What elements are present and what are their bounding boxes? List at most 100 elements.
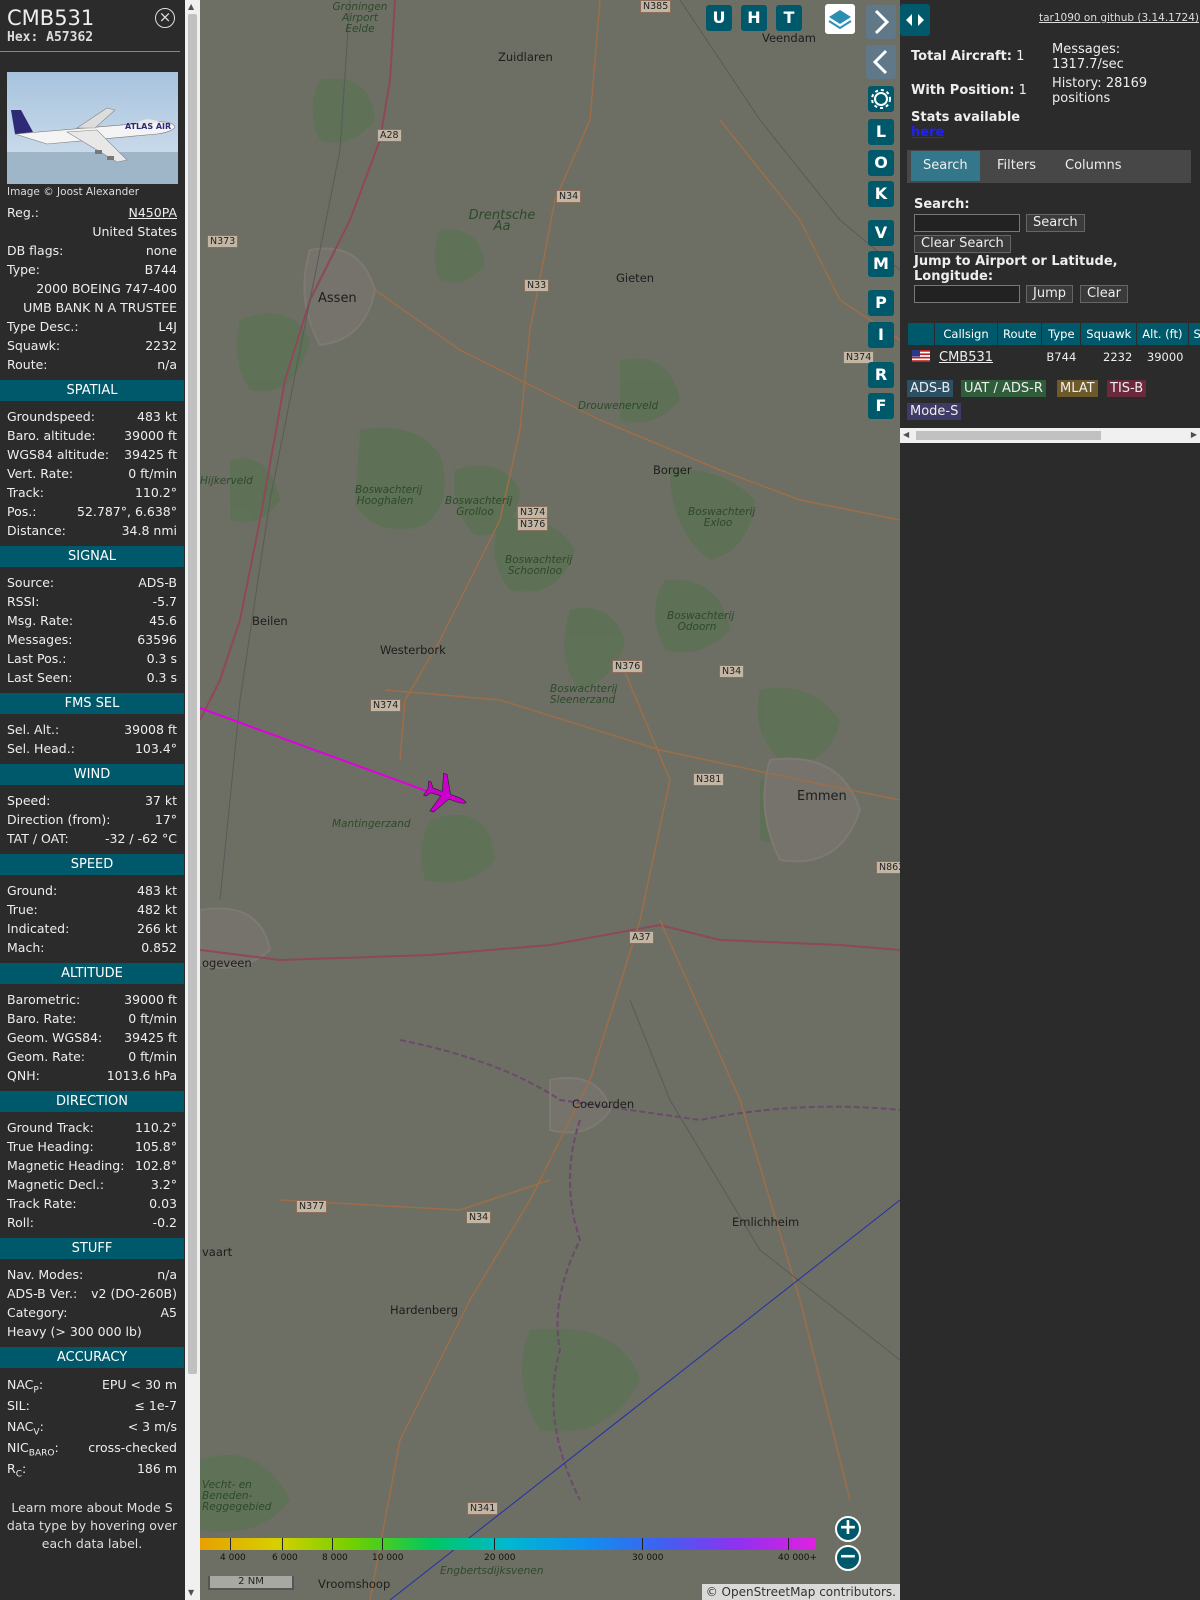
column-header[interactable]: Type (1042, 323, 1081, 345)
table-horizontal-scrollbar[interactable]: ◀ ▶ (900, 428, 1200, 443)
row-value: 266 kt (137, 921, 177, 936)
row-value: 0 ft/min (128, 466, 177, 481)
road-label: N34 (466, 1211, 492, 1224)
accuracy-label: SIL: (7, 1398, 30, 1413)
legend-tisb: TIS-B (1107, 380, 1147, 397)
zoom-out-button[interactable]: − (835, 1545, 861, 1571)
map-button-r[interactable]: R (868, 362, 894, 388)
chevron-left-icon[interactable] (866, 45, 896, 79)
map-view[interactable]: Zuidlaren Assen Gieten Borger Beilen Wes… (200, 0, 900, 1600)
place-label: Vroomshoop (318, 1577, 391, 1591)
map-button-m[interactable]: M (868, 251, 894, 277)
accuracy-rows: NACP: EPU < 30 m SIL: ≤ 1e-7 NACV: < 3 m/s NIC… (0, 1374, 184, 1480)
scroll-up-icon[interactable]: ▲ (188, 2, 194, 11)
map-button-p[interactable]: P (868, 290, 894, 316)
scroll-left-icon[interactable]: ◀ (903, 430, 909, 439)
aircraft-detail-sidebar: CMB531 Hex: A57362 × ATLAS AIR Image © J… (0, 0, 184, 1600)
detail-row: Pos.: 52.787°, 6.638° (0, 502, 184, 521)
map-button-t[interactable]: T (776, 5, 802, 31)
jump-input[interactable] (914, 285, 1020, 303)
map-button-u[interactable]: U (706, 5, 732, 31)
detail-row: Last Seen: 0.3 s (0, 668, 184, 687)
road-label: N34 (556, 190, 582, 203)
map-button-f[interactable]: F (868, 393, 894, 419)
tab-search[interactable]: Search (911, 151, 980, 181)
map-button-k[interactable]: K (868, 181, 894, 207)
column-header[interactable]: Callsign (935, 323, 998, 345)
scroll-down-icon[interactable]: ▼ (188, 1588, 194, 1597)
road-label: N381 (693, 773, 725, 786)
map-button-v[interactable]: V (868, 220, 894, 246)
search-button[interactable]: Search (1026, 214, 1085, 232)
scrollbar-thumb[interactable] (188, 14, 197, 1374)
with-position: With Position: 1 (911, 83, 1027, 98)
row-label: Speed: (7, 793, 51, 808)
tab-columns[interactable]: Columns (1053, 151, 1134, 181)
column-header[interactable]: Alt. (ft) (1137, 323, 1188, 345)
row-label: ADS-B Ver.: (7, 1286, 78, 1301)
github-link[interactable]: tar1090 on github (3.14.1724) (1039, 12, 1199, 24)
place-label: Assen (318, 291, 357, 306)
accuracy-value: EPU < 30 m (101, 1377, 177, 1392)
row-value: United States (92, 224, 177, 239)
column-header[interactable]: Spd. (1188, 323, 1200, 345)
legend-uat: UAT / ADS-R (961, 380, 1046, 397)
detail-row: Last Pos.: 0.3 s (0, 649, 184, 668)
area-label: Boswachterij Exloo (688, 506, 756, 529)
accuracy-value: < 3 m/s (127, 1419, 177, 1434)
table-row[interactable]: CMB531 B744 2232 39000 (908, 346, 1200, 368)
jump-label: Jump to Airport or Latitude, Longitude: (914, 254, 1118, 284)
detail-row: QNH: 1013.6 hPa (0, 1066, 184, 1085)
map-button-h[interactable]: H (741, 5, 767, 31)
detail-row: Nav. Modes: n/a (0, 1265, 184, 1284)
map-button-o[interactable]: O (868, 150, 894, 176)
column-header[interactable]: Squawk (1081, 323, 1137, 345)
area-label: Boswachterij Hooghalen (355, 484, 423, 507)
detail-row: Reg.: N450PA (0, 203, 184, 222)
row-value: 110.2° (134, 485, 177, 500)
stats-link[interactable]: here (911, 125, 944, 140)
selected-hex: Hex: A57362 (7, 30, 94, 45)
row-label: DB flags: (7, 243, 64, 258)
row-callsign[interactable]: CMB531 (935, 346, 997, 368)
row-value: 3.2° (150, 1177, 177, 1192)
close-icon[interactable]: × (155, 8, 175, 28)
clear-button[interactable]: Clear (1080, 285, 1128, 303)
detail-row: ADS-B Ver.: v2 (DO-260B) (0, 1284, 184, 1303)
area-label: Boswachterij Schoonloo (505, 554, 573, 577)
scrollbar-thumb[interactable] (916, 431, 1101, 440)
search-input[interactable] (914, 214, 1020, 232)
aircraft-photo[interactable]: ATLAS AIR (7, 72, 178, 184)
jump-button[interactable]: Jump (1026, 285, 1073, 303)
collapse-toggle[interactable] (900, 4, 930, 36)
map-button-l[interactable]: L (868, 119, 894, 145)
map-button-i[interactable]: I (868, 322, 894, 348)
clear-search-button[interactable]: Clear Search (914, 235, 1011, 253)
row-value: n/a (157, 1267, 177, 1282)
detail-row: Category: A5 (0, 1303, 184, 1322)
row-value: UMB BANK N A TRUSTEE (23, 300, 177, 315)
row-label: Geom. WGS84: (7, 1030, 103, 1045)
row-altitude: 39000 (1146, 350, 1184, 364)
chevron-right-icon[interactable] (866, 5, 896, 39)
photo-credit: Image © Joost Alexander (7, 186, 140, 198)
map-attribution[interactable]: © OpenStreetMap contributors. (701, 1584, 900, 1600)
zoom-in-button[interactable]: + (835, 1516, 861, 1542)
row-label: Pos.: (7, 504, 37, 519)
column-header[interactable]: Route (998, 323, 1042, 345)
sidebar-scrollbar[interactable]: ▲ ▼ (185, 0, 200, 1600)
detail-row: 2000 BOEING 747-400 (0, 279, 184, 298)
row-squawk: 2232 (1103, 350, 1133, 364)
registration-link[interactable]: N450PA (129, 203, 178, 222)
scroll-right-icon[interactable]: ▶ (1191, 430, 1197, 439)
tab-filters[interactable]: Filters (985, 151, 1048, 181)
row-value: 483 kt (137, 409, 177, 424)
row-label: Category: (7, 1305, 68, 1320)
row-label: Type: (7, 262, 40, 277)
column-header[interactable] (908, 323, 934, 345)
layers-icon[interactable] (825, 4, 855, 34)
detail-row: WGS84 altitude: 39425 ft (0, 445, 184, 464)
settings-gear-icon[interactable] (868, 86, 894, 112)
place-label: Zuidlaren (498, 50, 553, 64)
accuracy-label: NACP: (7, 1377, 44, 1396)
